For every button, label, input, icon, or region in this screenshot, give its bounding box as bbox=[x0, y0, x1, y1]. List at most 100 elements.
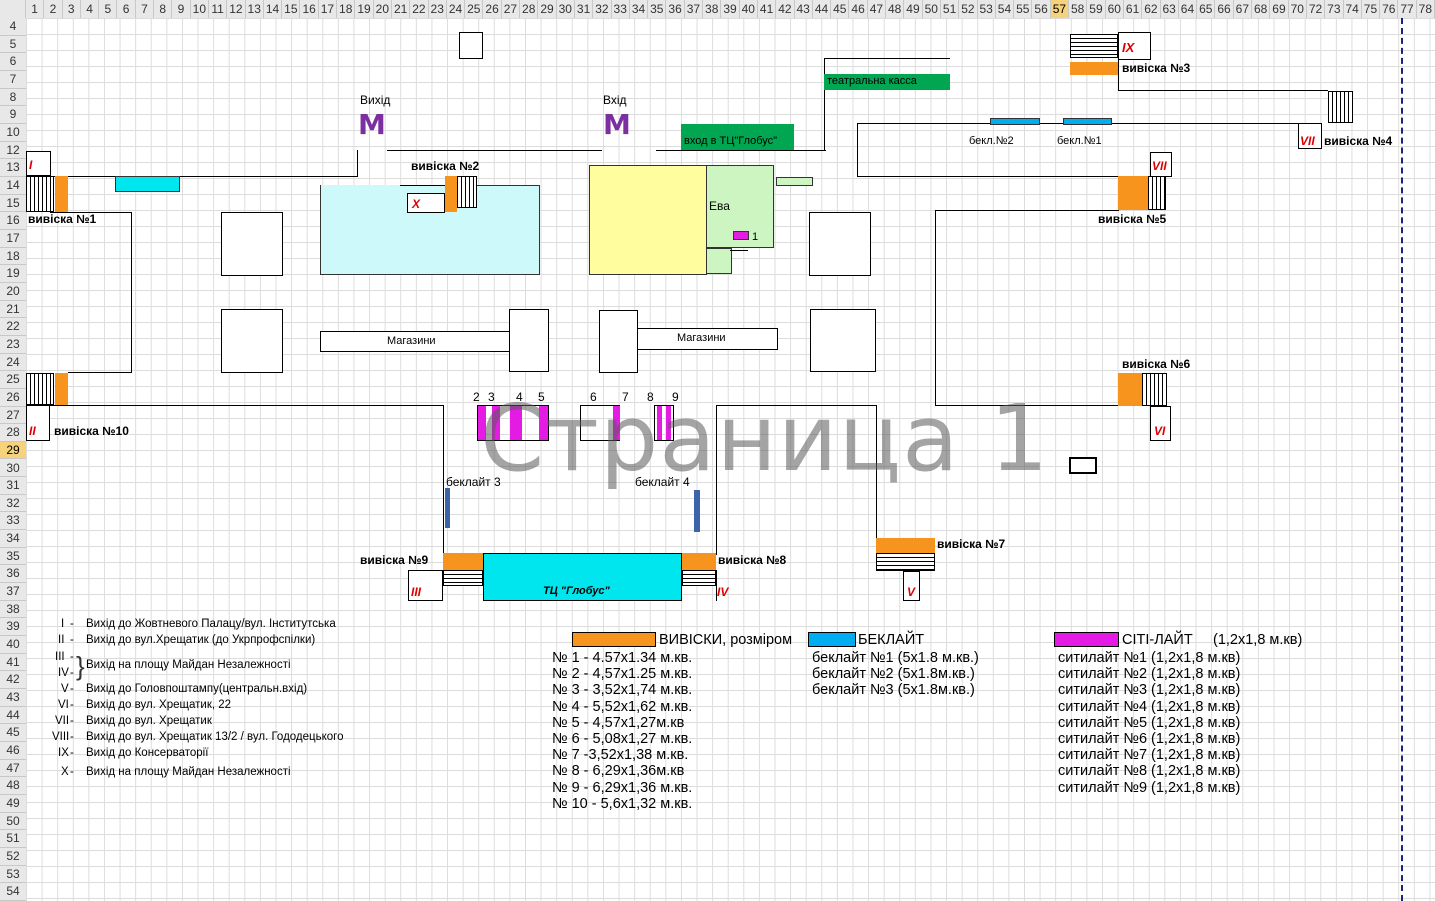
column-header[interactable]: 73 bbox=[1325, 0, 1344, 18]
column-header[interactable]: 39 bbox=[721, 0, 740, 18]
column-header[interactable]: 19 bbox=[355, 0, 374, 18]
column-header[interactable]: 17 bbox=[319, 0, 338, 18]
row-header[interactable]: 46 bbox=[0, 742, 26, 760]
row-header[interactable]: 49 bbox=[0, 795, 26, 813]
column-header[interactable]: 20 bbox=[374, 0, 392, 18]
row-header[interactable]: 8 bbox=[0, 89, 26, 107]
column-header[interactable]: 30 bbox=[557, 0, 575, 18]
row-header[interactable]: 12 bbox=[0, 142, 26, 160]
column-header[interactable]: 76 bbox=[1380, 0, 1399, 18]
column-header[interactable]: 51 bbox=[941, 0, 960, 18]
column-header[interactable]: 78 bbox=[1417, 0, 1435, 18]
column-header[interactable]: 21 bbox=[392, 0, 411, 18]
column-header[interactable]: 42 bbox=[776, 0, 795, 18]
column-header[interactable]: 23 bbox=[429, 0, 447, 18]
row-header[interactable]: 27 bbox=[0, 407, 26, 425]
row-header[interactable]: 36 bbox=[0, 565, 26, 584]
column-header[interactable]: 67 bbox=[1234, 0, 1252, 18]
row-header[interactable]: 21 bbox=[0, 301, 26, 319]
column-header[interactable]: 50 bbox=[923, 0, 941, 18]
row-header[interactable]: 16 bbox=[0, 212, 26, 230]
column-header[interactable]: 43 bbox=[795, 0, 813, 18]
column-header[interactable]: 3 bbox=[63, 0, 81, 18]
row-header[interactable]: 13 bbox=[0, 159, 26, 177]
column-header[interactable]: 57 bbox=[1050, 0, 1070, 18]
row-header[interactable]: 23 bbox=[0, 336, 26, 354]
row-header-bar[interactable]: 4 5 6 7 8 9 10 12 13 14 15 16 17 18 19 20 21 22 23 24 25 26 27… bbox=[0, 18, 27, 901]
column-header[interactable]: 63 bbox=[1161, 0, 1179, 18]
row-header[interactable]: 4 bbox=[0, 18, 26, 36]
column-header[interactable]: 55 bbox=[1014, 0, 1033, 18]
row-header[interactable]: 37 bbox=[0, 583, 26, 601]
column-header[interactable]: 36 bbox=[666, 0, 685, 18]
column-header[interactable]: 66 bbox=[1215, 0, 1234, 18]
row-header[interactable]: 30 bbox=[0, 460, 26, 478]
row-header[interactable]: 39 bbox=[0, 618, 26, 637]
column-header[interactable]: 2 bbox=[44, 0, 63, 18]
column-header[interactable]: 47 bbox=[868, 0, 887, 18]
column-header[interactable]: 74 bbox=[1344, 0, 1362, 18]
row-header[interactable]: 17 bbox=[0, 230, 26, 248]
row-header[interactable]: 22 bbox=[0, 318, 26, 336]
column-header[interactable]: 38 bbox=[703, 0, 722, 18]
column-header-bar[interactable]: 1 2 3 4 5 6 7 8 9 10 11 12 13 14 15 16 17 18 19 20 21 22 23 24 2… bbox=[0, 0, 1435, 19]
column-header[interactable]: 44 bbox=[813, 0, 832, 18]
row-header[interactable]: 28 bbox=[0, 424, 26, 442]
column-header[interactable]: 15 bbox=[282, 0, 301, 18]
row-header[interactable]: 29 bbox=[0, 441, 26, 460]
row-header[interactable]: 7 bbox=[0, 71, 26, 89]
row-header[interactable]: 54 bbox=[0, 883, 26, 901]
column-header[interactable]: 18 bbox=[337, 0, 356, 18]
select-all-corner[interactable] bbox=[0, 0, 26, 18]
column-header[interactable]: 40 bbox=[740, 0, 758, 18]
column-header[interactable]: 6 bbox=[117, 0, 136, 18]
row-header[interactable]: 47 bbox=[0, 760, 26, 778]
column-header[interactable]: 59 bbox=[1087, 0, 1106, 18]
row-header[interactable]: 34 bbox=[0, 530, 26, 548]
column-header[interactable]: 27 bbox=[502, 0, 521, 18]
column-header[interactable]: 75 bbox=[1362, 0, 1381, 18]
column-header[interactable]: 54 bbox=[996, 0, 1015, 18]
row-header[interactable]: 6 bbox=[0, 53, 26, 71]
column-header[interactable]: 29 bbox=[538, 0, 557, 18]
column-header[interactable]: 70 bbox=[1289, 0, 1307, 18]
row-header[interactable]: 15 bbox=[0, 195, 26, 213]
row-header[interactable]: 26 bbox=[0, 389, 26, 407]
column-header[interactable]: 35 bbox=[648, 0, 667, 18]
column-header[interactable]: 65 bbox=[1197, 0, 1216, 18]
row-header[interactable]: 10 bbox=[0, 124, 26, 142]
row-header[interactable]: 43 bbox=[0, 689, 26, 707]
column-header[interactable]: 14 bbox=[264, 0, 283, 18]
column-header[interactable]: 31 bbox=[575, 0, 594, 18]
column-header[interactable]: 37 bbox=[685, 0, 704, 18]
column-header[interactable]: 56 bbox=[1032, 0, 1051, 18]
row-header[interactable]: 19 bbox=[0, 265, 26, 283]
column-header[interactable]: 41 bbox=[758, 0, 777, 18]
column-header[interactable]: 24 bbox=[447, 0, 466, 18]
column-header[interactable]: 45 bbox=[831, 0, 850, 18]
column-header[interactable]: 62 bbox=[1142, 0, 1161, 18]
column-header[interactable]: 53 bbox=[978, 0, 996, 18]
column-header[interactable]: 33 bbox=[612, 0, 630, 18]
row-header[interactable]: 20 bbox=[0, 283, 26, 301]
column-header[interactable]: 8 bbox=[154, 0, 173, 18]
row-header[interactable]: 35 bbox=[0, 548, 26, 566]
row-header[interactable]: 9 bbox=[0, 106, 26, 124]
row-header[interactable]: 48 bbox=[0, 777, 26, 796]
column-header[interactable]: 10 bbox=[191, 0, 209, 18]
row-header[interactable]: 18 bbox=[0, 248, 26, 266]
column-header[interactable]: 32 bbox=[593, 0, 612, 18]
column-header[interactable]: 34 bbox=[630, 0, 649, 18]
column-header[interactable]: 46 bbox=[849, 0, 868, 18]
column-header[interactable]: 77 bbox=[1398, 0, 1417, 18]
row-header[interactable]: 14 bbox=[0, 177, 26, 195]
column-header[interactable]: 13 bbox=[246, 0, 264, 18]
column-header[interactable]: 60 bbox=[1106, 0, 1124, 18]
column-header[interactable]: 7 bbox=[136, 0, 155, 18]
column-header[interactable]: 28 bbox=[520, 0, 539, 18]
column-header[interactable]: 26 bbox=[483, 0, 502, 18]
column-header[interactable]: 1 bbox=[26, 0, 45, 18]
column-header[interactable]: 22 bbox=[410, 0, 429, 18]
row-header[interactable]: 41 bbox=[0, 654, 26, 672]
row-header[interactable]: 51 bbox=[0, 830, 26, 849]
